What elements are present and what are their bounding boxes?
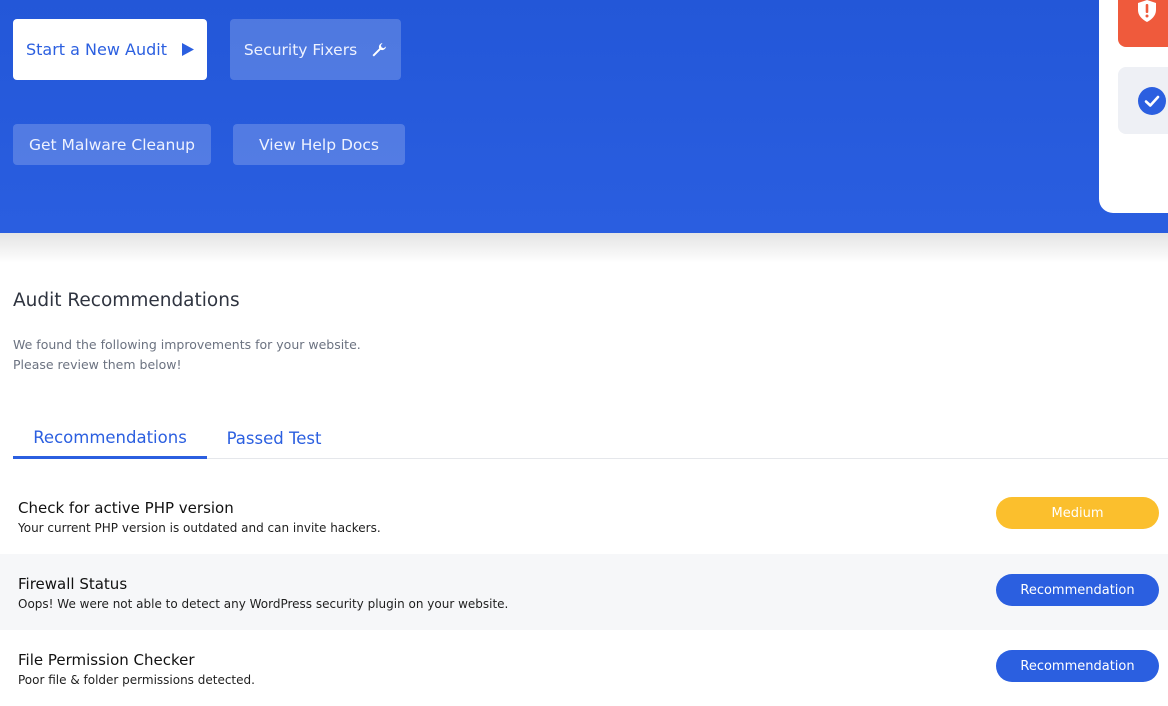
severity-badge[interactable]: Recommendation [996,650,1159,682]
severity-badge[interactable]: Medium [996,497,1159,529]
recommendation-description: Oops! We were not able to detect any Wor… [18,597,509,611]
get-malware-cleanup-label: Get Malware Cleanup [28,135,196,154]
view-help-docs-button[interactable]: View Help Docs [233,124,405,165]
audit-subtitle-line-1: We found the following improvements for … [13,337,361,352]
security-fixers-button[interactable]: Security Fixers [230,19,401,80]
view-help-docs-label: View Help Docs [259,135,379,154]
start-new-audit-button[interactable]: Start a New Audit [13,19,207,80]
tab-passed-test[interactable]: Passed Test [213,418,335,459]
recommendation-title: File Permission Checker [18,651,195,669]
audit-tabs: Recommendations Passed Test [13,418,1168,459]
recommendation-description: Poor file & folder permissions detected. [18,673,255,687]
shield-alert-icon [1138,0,1156,27]
tab-recommendations[interactable]: Recommendations [13,418,207,459]
section-divider [0,233,1168,263]
security-alert-tile[interactable] [1118,0,1168,47]
recommendation-row[interactable]: Check for active PHP version Your curren… [0,478,1168,554]
check-circle-icon [1138,87,1166,120]
audit-recommendations-title: Audit Recommendations [13,290,240,311]
play-icon [181,43,194,56]
get-malware-cleanup-button[interactable]: Get Malware Cleanup [13,124,211,165]
recommendation-description: Your current PHP version is outdated and… [18,521,381,535]
severity-badge[interactable]: Recommendation [996,574,1159,606]
recommendation-title: Firewall Status [18,575,128,593]
recommendation-row[interactable]: Firewall Status Oops! We were not able t… [0,554,1168,630]
audit-subtitle-line-2: Please review them below! [13,357,182,372]
recommendation-title: Check for active PHP version [18,499,234,517]
passed-checks-tile[interactable] [1118,67,1168,134]
start-new-audit-label: Start a New Audit [25,40,167,59]
audit-subtitle: We found the following improvements for … [13,335,361,375]
wrench-icon [371,42,387,58]
security-fixers-label: Security Fixers [243,40,358,59]
